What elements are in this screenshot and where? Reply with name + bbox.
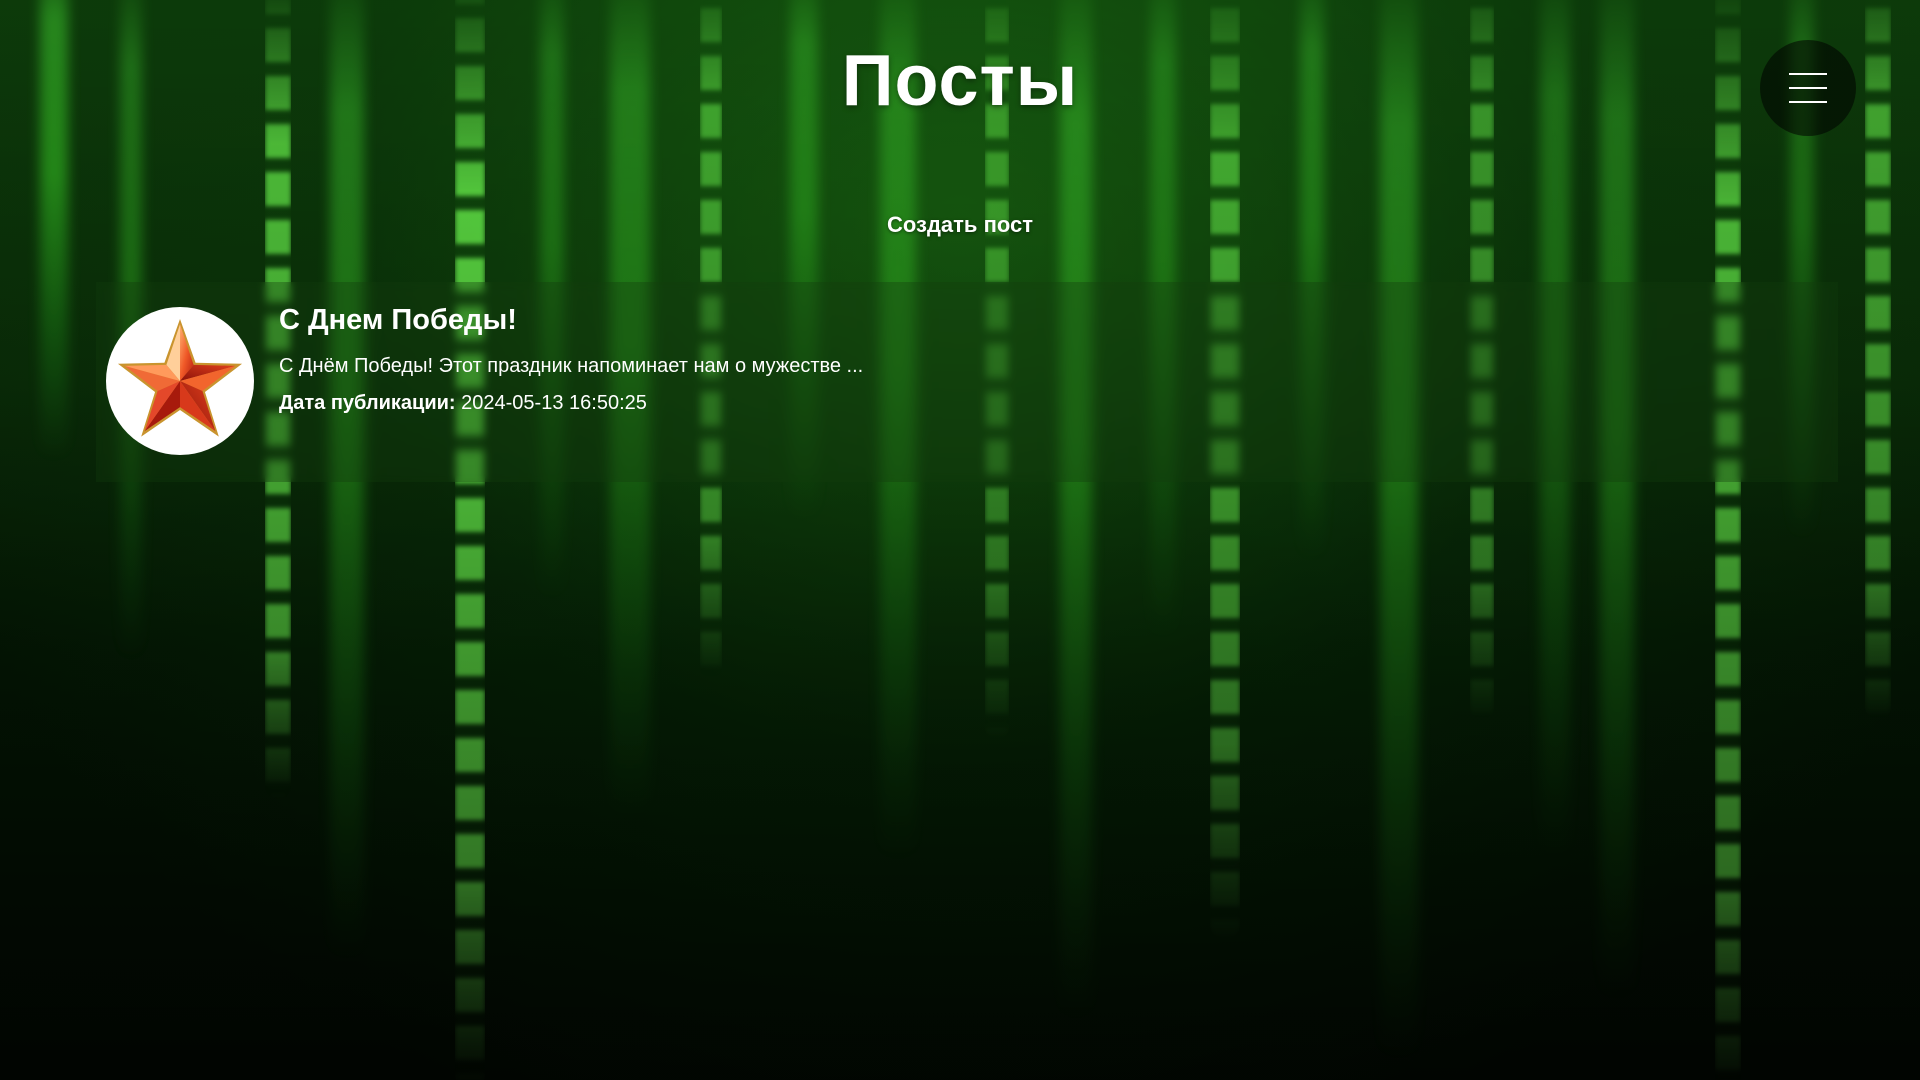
- post-thumbnail[interactable]: [106, 307, 254, 455]
- create-post-row: Создать пост: [0, 212, 1920, 238]
- create-post-button[interactable]: Создать пост: [887, 212, 1033, 237]
- menu-button[interactable]: [1760, 40, 1856, 136]
- post-date: Дата публикации: 2024-05-13 16:50:25: [279, 392, 1818, 415]
- post-excerpt: С Днём Победы! Этот праздник напоминает …: [279, 355, 864, 377]
- post-date-value: 2024-05-13 16:50:25: [461, 392, 647, 414]
- hamburger-menu-line: [1789, 101, 1827, 103]
- hamburger-menu-icon: [1789, 73, 1827, 75]
- hamburger-menu-line: [1789, 87, 1827, 89]
- post-body: С Днем Победы! С Днём Победы! Этот празд…: [279, 304, 1818, 415]
- header: Посты: [0, 0, 1920, 200]
- post-title[interactable]: С Днем Победы!: [279, 304, 1818, 337]
- post-date-label: Дата публикации:: [279, 392, 456, 414]
- red-star-icon: [117, 318, 243, 437]
- page-title: Посты: [841, 41, 1079, 121]
- page: Посты Создать пост С Днем Победы! С Днём…: [0, 0, 1920, 1080]
- post-card[interactable]: С Днем Победы! С Днём Победы! Этот празд…: [96, 282, 1838, 482]
